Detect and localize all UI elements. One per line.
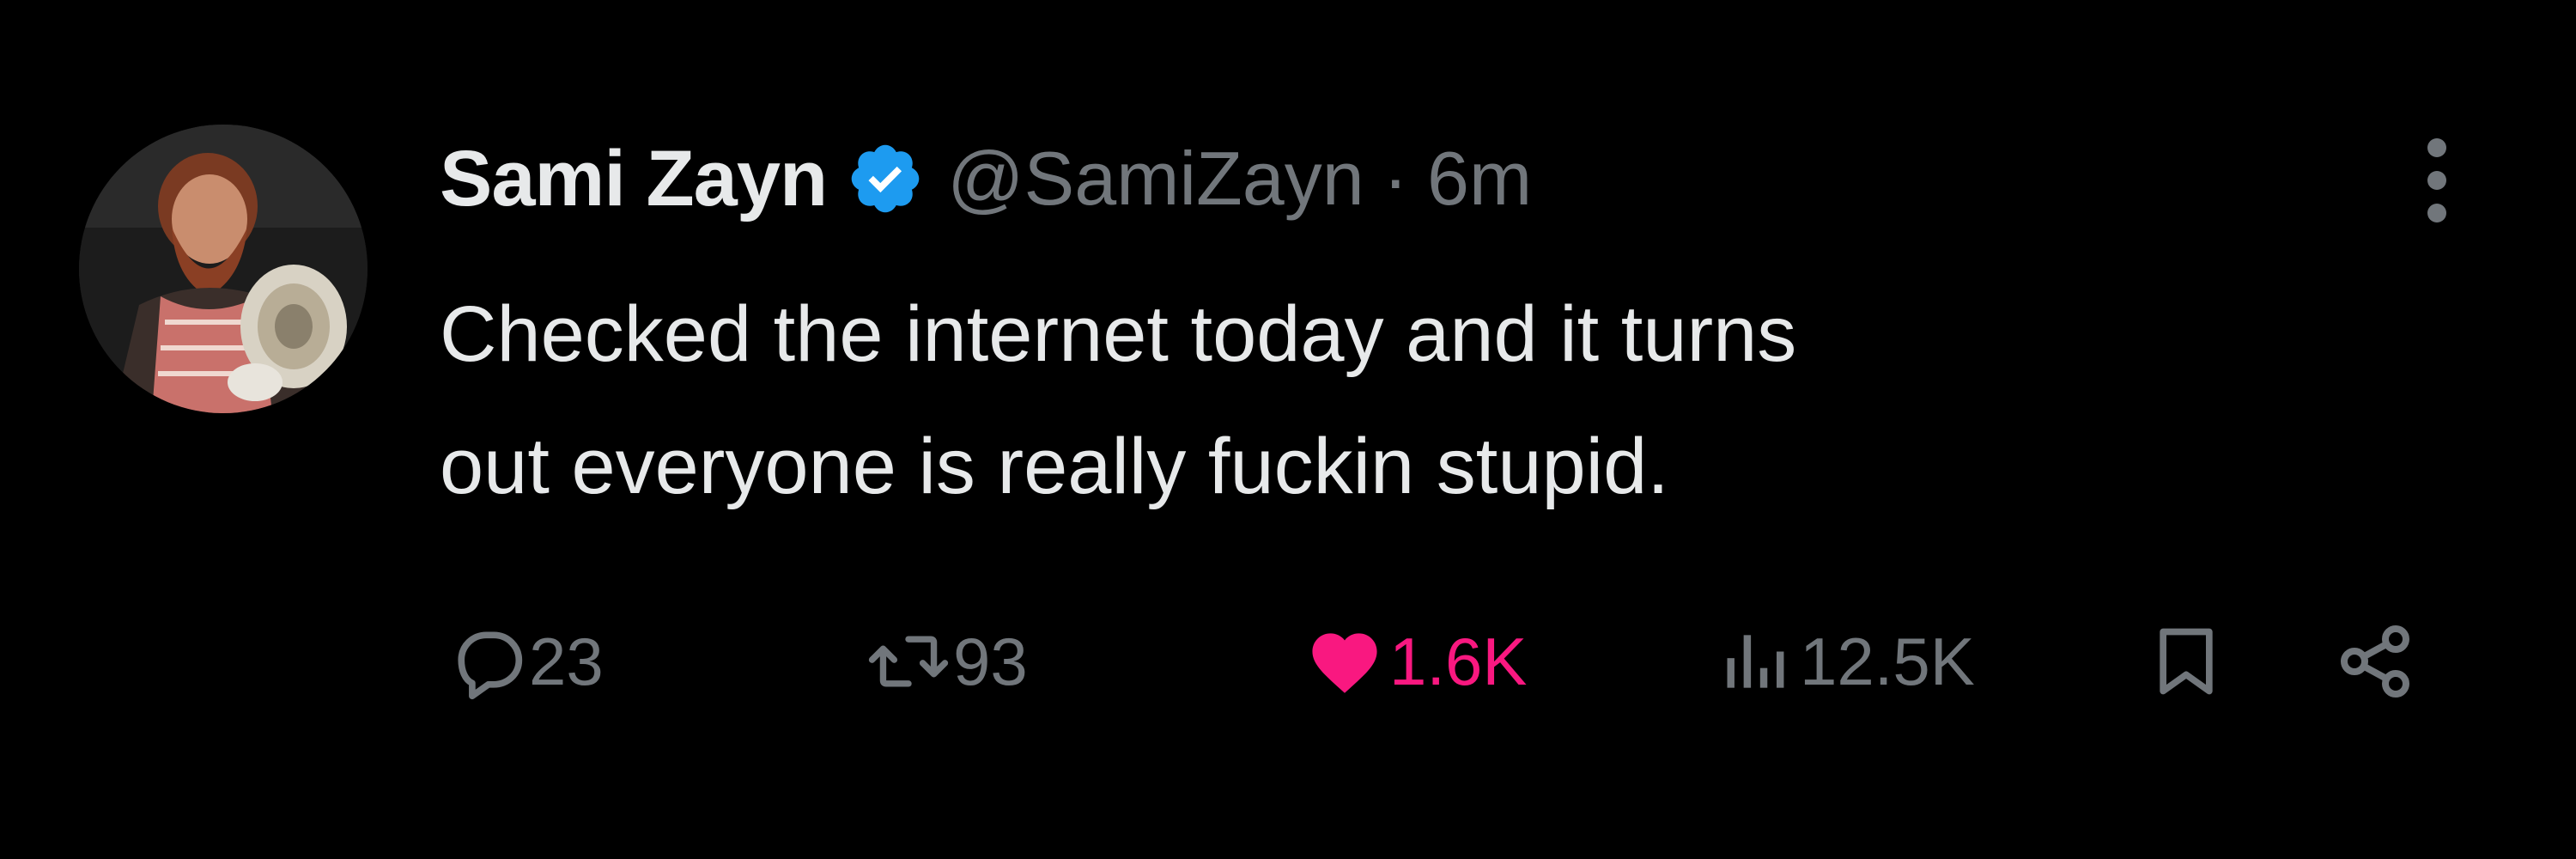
tweet-text: Checked the internet today and it turns … [440, 268, 2415, 533]
views-bar-chart-icon [1717, 622, 1796, 701]
reply-bubble-icon [447, 622, 526, 701]
tweet-header: Sami Zayn @SamiZayn · 6m [440, 127, 1532, 230]
author-handle[interactable]: @SamiZayn [947, 135, 1364, 222]
retweet-icon [867, 622, 950, 701]
retweet-button[interactable]: 93 [867, 601, 1028, 722]
tweet-text-line: out everyone is really fuckin stupid. [440, 423, 1669, 510]
share-button[interactable] [2334, 601, 2416, 722]
tweet-actions-bar: 23 93 1.6K 12.5K [0, 601, 2576, 722]
tweet-card[interactable]: Sami Zayn @SamiZayn · 6m Checked the int… [0, 0, 2576, 859]
reply-count: 23 [529, 623, 604, 699]
avatar-image [79, 125, 368, 413]
separator-dot: · [1382, 136, 1408, 221]
avatar[interactable] [79, 125, 368, 413]
more-vertical-icon[interactable] [2411, 129, 2463, 232]
timestamp[interactable]: 6m [1427, 135, 1532, 222]
views-button[interactable]: 12.5K [1717, 601, 1975, 722]
views-count: 12.5K [1800, 623, 1975, 699]
like-count: 1.6K [1389, 623, 1528, 699]
bookmark-icon [2147, 622, 2226, 701]
verified-badge-icon[interactable] [846, 139, 925, 218]
heart-icon [1303, 622, 1386, 701]
share-icon [2334, 620, 2416, 703]
display-name[interactable]: Sami Zayn [440, 134, 828, 224]
reply-button[interactable]: 23 [447, 601, 604, 722]
bookmark-button[interactable] [2147, 601, 2226, 722]
retweet-count: 93 [953, 623, 1028, 699]
like-button[interactable]: 1.6K [1303, 601, 1527, 722]
tweet-text-line: Checked the internet today and it turns [440, 290, 1797, 378]
